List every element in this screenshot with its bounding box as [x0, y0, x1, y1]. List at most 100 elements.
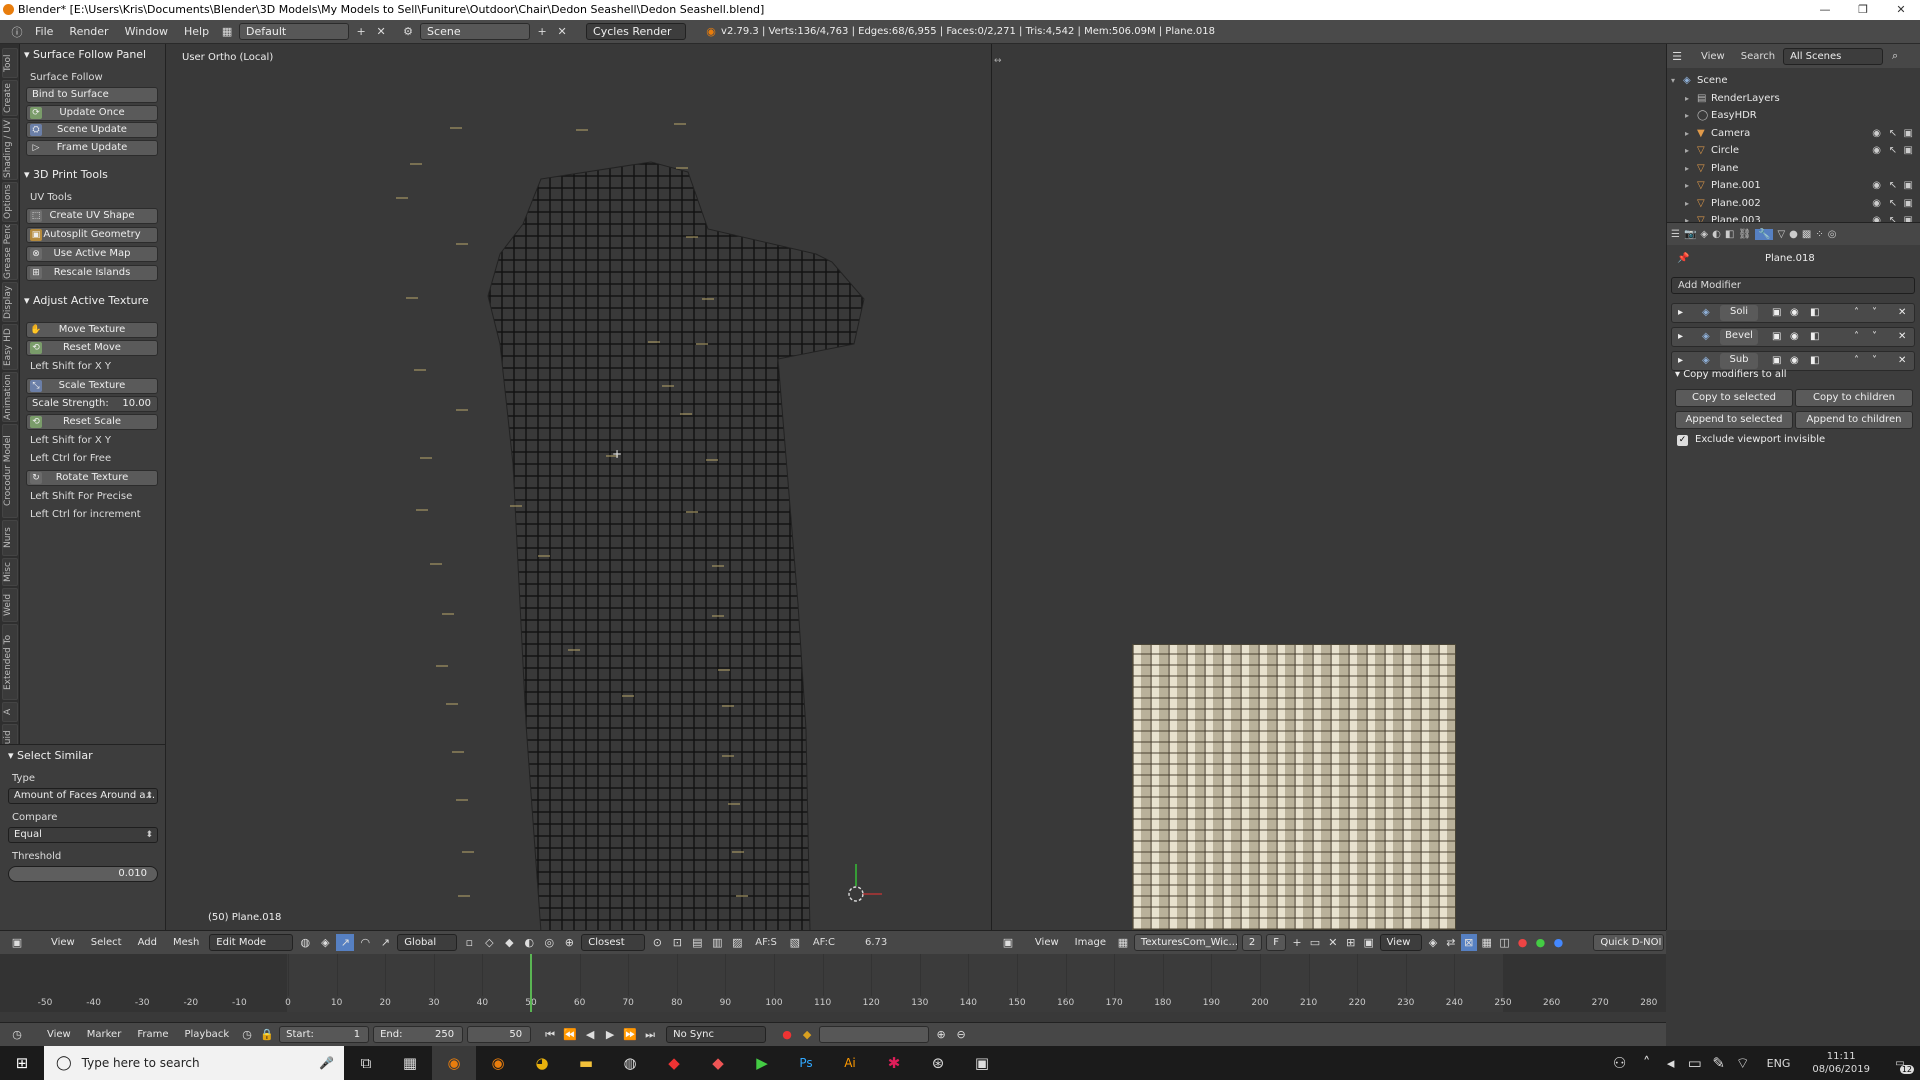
- chrome-app-icon[interactable]: ◕: [520, 1046, 564, 1080]
- visibility-eye-icon[interactable]: ◉: [1872, 177, 1881, 194]
- mesh-wireframe[interactable]: +: [166, 44, 992, 930]
- panel-adjust-texture-header[interactable]: ▾ Adjust Active Texture: [24, 294, 149, 307]
- substance-app-icon[interactable]: ◆: [652, 1046, 696, 1080]
- modifier-row-sub[interactable]: ▸ ◈ Sub ▣ ◉ ◧ ˄ ˅ ✕: [1671, 351, 1915, 371]
- green-channel-icon[interactable]: ●: [1533, 934, 1549, 951]
- minimize-button[interactable]: —: [1806, 0, 1844, 20]
- type-dropdown[interactable]: Amount of Faces Around a...: [8, 788, 158, 804]
- delete-keyframe-icon[interactable]: ⊖: [952, 1026, 970, 1043]
- outliner-scenes-dropdown[interactable]: All Scenes: [1783, 47, 1884, 65]
- play-store-app-icon[interactable]: ▶: [740, 1046, 784, 1080]
- red-channel-icon[interactable]: ●: [1515, 934, 1531, 951]
- outliner-expand-icon[interactable]: ▸: [1685, 160, 1689, 177]
- substance-designer-app-icon[interactable]: ◆: [696, 1046, 740, 1080]
- opengl-render-icon[interactable]: ▥: [708, 934, 726, 951]
- move-up-icon[interactable]: ˄: [1854, 328, 1859, 346]
- scene-field[interactable]: Scene: [420, 23, 531, 40]
- tab-nurs[interactable]: Nurs: [2, 520, 18, 556]
- shading-icon[interactable]: ◍: [296, 934, 314, 951]
- outliner-expand-icon[interactable]: ▸: [1685, 177, 1689, 194]
- uv-view-dropdown[interactable]: View: [1379, 934, 1422, 951]
- viewport-menu-select[interactable]: Select: [83, 937, 130, 948]
- autosplit-geometry-button[interactable]: ▣ Autosplit Geometry: [26, 227, 158, 243]
- world-tab-icon[interactable]: ◐: [1712, 229, 1721, 240]
- timeline-menu-marker[interactable]: Marker: [79, 1029, 130, 1040]
- move-up-icon[interactable]: ˄: [1854, 352, 1859, 370]
- select-arrow-icon[interactable]: ↖: [1889, 177, 1897, 194]
- editmode-toggle-icon[interactable]: ◧: [1810, 352, 1819, 370]
- messenger-app-icon[interactable]: ◍: [608, 1046, 652, 1080]
- manipulator-icon[interactable]: ↗: [336, 934, 355, 951]
- tray-chevron-icon[interactable]: ˄: [1635, 1046, 1659, 1080]
- use-active-map-button[interactable]: ⊗ Use Active Map: [26, 246, 158, 262]
- image-name-field[interactable]: TexturesCom_Wic...: [1133, 934, 1238, 951]
- close-button[interactable]: ✕: [1882, 0, 1920, 20]
- render-tab-icon[interactable]: 📷: [1684, 229, 1696, 240]
- move-texture-button[interactable]: ✋ Move Texture: [26, 322, 158, 338]
- af-s-label[interactable]: AF:S: [755, 937, 777, 948]
- constraints-tab-icon[interactable]: ⛓: [1738, 229, 1751, 240]
- viewport-toggle-icon[interactable]: ◉: [1790, 352, 1799, 370]
- photoshop-app-icon[interactable]: Ps: [784, 1046, 828, 1080]
- blender-app-icon[interactable]: ◉: [432, 1046, 476, 1080]
- outliner-search-icon[interactable]: ⌕: [1886, 48, 1904, 65]
- outliner-view-menu[interactable]: View: [1701, 51, 1725, 62]
- remove-scene-icon[interactable]: ✕: [553, 23, 571, 40]
- render-camera-icon[interactable]: ▣: [1904, 142, 1913, 159]
- outliner-expand-icon[interactable]: ▸: [1685, 90, 1689, 107]
- expand-arrow-icon[interactable]: ▸: [1678, 304, 1683, 322]
- render-toggle-icon[interactable]: ▣: [1772, 328, 1781, 346]
- viewport-menu-view[interactable]: View: [43, 937, 83, 948]
- copy-to-selected-button[interactable]: Copy to selected: [1675, 389, 1793, 407]
- network-icon[interactable]: ▭: [1683, 1046, 1707, 1080]
- outliner-item-plane[interactable]: ▸ ▽ Plane: [1667, 160, 1920, 177]
- remove-modifier-icon[interactable]: ✕: [1898, 304, 1906, 322]
- editmode-toggle-icon[interactable]: ◧: [1810, 304, 1819, 322]
- modifier-name-field[interactable]: Sub: [1720, 353, 1758, 369]
- modifiers-tab-icon[interactable]: 🔧: [1755, 228, 1774, 240]
- uv-menu-image[interactable]: Image: [1067, 937, 1114, 948]
- tab-display[interactable]: Display: [2, 282, 18, 322]
- tab-options[interactable]: Options: [2, 182, 18, 222]
- outliner-expand-icon[interactable]: ▸: [1685, 125, 1689, 142]
- add-modifier-dropdown[interactable]: Add Modifier: [1671, 277, 1915, 294]
- photos-app-icon[interactable]: ▣: [960, 1046, 1004, 1080]
- move-down-icon[interactable]: ˅: [1872, 328, 1877, 346]
- keying-set-field[interactable]: [819, 1026, 930, 1043]
- snap-icon[interactable]: ⊙: [648, 934, 666, 951]
- exclude-invisible-checkbox[interactable]: ✓: [1677, 435, 1688, 446]
- outliner-expand-icon[interactable]: ▸: [1685, 107, 1689, 124]
- material-tab-icon[interactable]: ●: [1789, 229, 1798, 240]
- frame-update-button[interactable]: ▷ Frame Update: [26, 140, 158, 156]
- scene-update-button[interactable]: ⛭ Scene Update: [26, 122, 158, 138]
- face-select-icon[interactable]: ◆: [500, 934, 518, 951]
- occlude-icon[interactable]: ◐: [520, 934, 538, 951]
- mode-dropdown[interactable]: Edit Mode: [209, 934, 294, 951]
- outliner-expand-icon[interactable]: ▸: [1685, 195, 1689, 212]
- maximize-button[interactable]: ❐: [1844, 0, 1882, 20]
- render-camera-icon[interactable]: ▣: [1904, 125, 1913, 142]
- insert-keyframe-icon[interactable]: ⊕: [932, 1026, 950, 1043]
- play-reverse-icon[interactable]: ◀: [581, 1026, 599, 1043]
- outliner-item-scene[interactable]: ▾ ◈ Scene: [1667, 72, 1920, 89]
- panel-surface-follow-header[interactable]: ▾ Surface Follow Panel: [24, 48, 146, 61]
- editor-split-handle-icon[interactable]: ↔: [994, 56, 1002, 66]
- render-preview-icon[interactable]: ▤: [688, 934, 706, 951]
- viewport-menu-add[interactable]: Add: [130, 937, 165, 948]
- volume-icon[interactable]: ◂: [1659, 1046, 1683, 1080]
- compare-dropdown[interactable]: Equal: [8, 827, 158, 843]
- append-to-children-button[interactable]: Append to children: [1795, 411, 1913, 429]
- image-users-field[interactable]: 2: [1241, 934, 1263, 951]
- view-mode-icon[interactable]: ▣: [1361, 934, 1377, 951]
- menu-file[interactable]: File: [27, 25, 61, 38]
- uv-stretch-icon[interactable]: ◫: [1497, 934, 1513, 951]
- uv-editor-icon[interactable]: ▣: [1000, 934, 1016, 951]
- tab-a[interactable]: A: [2, 702, 18, 722]
- select-arrow-icon[interactable]: ↖: [1889, 195, 1897, 212]
- visibility-eye-icon[interactable]: ◉: [1872, 142, 1881, 159]
- tab-shading-uv[interactable]: Shading / UV: [2, 118, 18, 180]
- microphone-icon[interactable]: 🎤: [319, 1056, 334, 1070]
- timeline-menu-view[interactable]: View: [39, 1029, 79, 1040]
- snap-element-icon[interactable]: ⊕: [560, 934, 578, 951]
- render-toggle-icon[interactable]: ▣: [1772, 304, 1781, 322]
